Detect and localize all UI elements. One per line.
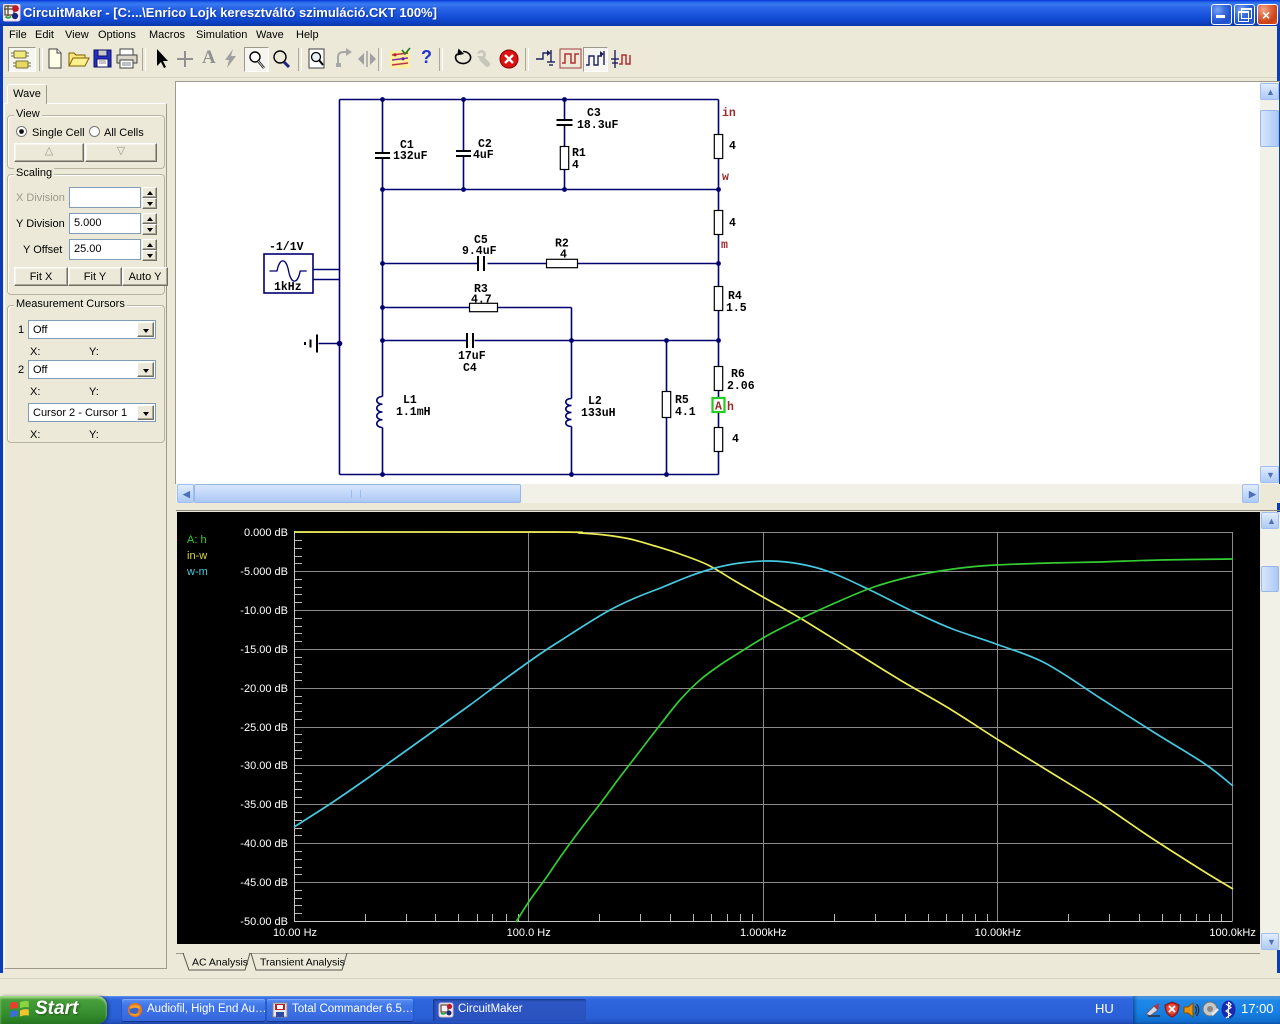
svg-text:0.000 dB: 0.000 dB — [244, 527, 288, 539]
svg-text:w-m: w-m — [186, 566, 208, 578]
svg-text:C4: C4 — [463, 362, 477, 375]
svg-text:1.5: 1.5 — [726, 302, 747, 315]
svg-text:in: in — [722, 107, 736, 120]
svg-text:4: 4 — [729, 140, 736, 153]
svg-text:-35.00 dB: -35.00 dB — [240, 799, 288, 811]
svg-text:-5.000 dB: -5.000 dB — [240, 566, 288, 578]
svg-text:132uF: 132uF — [393, 150, 428, 163]
svg-text:4: 4 — [572, 159, 579, 172]
svg-text:4: 4 — [560, 249, 567, 262]
svg-text:1.1mH: 1.1mH — [396, 406, 431, 419]
svg-text:4.1: 4.1 — [675, 406, 696, 419]
svg-text:-15.00 dB: -15.00 dB — [240, 644, 288, 656]
svg-text:-40.00 dB: -40.00 dB — [240, 838, 288, 850]
svg-text:4: 4 — [732, 433, 739, 446]
svg-text:-20.00 dB: -20.00 dB — [240, 683, 288, 695]
svg-text:-25.00 dB: -25.00 dB — [240, 722, 288, 734]
svg-text:10.00 Hz: 10.00 Hz — [273, 927, 317, 939]
svg-text:2.06: 2.06 — [727, 380, 755, 393]
svg-text:9.4uF: 9.4uF — [462, 245, 497, 258]
svg-text:w: w — [722, 171, 729, 184]
svg-text:in-w: in-w — [187, 550, 207, 562]
svg-text:4: 4 — [729, 217, 736, 230]
svg-text:100.0 Hz: 100.0 Hz — [507, 927, 551, 939]
svg-text:A: h: A: h — [187, 534, 207, 546]
svg-text:4uF: 4uF — [473, 149, 494, 162]
svg-text:-45.00 dB: -45.00 dB — [240, 877, 288, 889]
svg-text:Transient Analysis: Transient Analysis — [260, 957, 345, 969]
svg-text:m: m — [721, 239, 728, 252]
svg-text:133uH: 133uH — [581, 407, 616, 420]
svg-text:A: A — [715, 401, 722, 414]
svg-text:1.000kHz: 1.000kHz — [740, 927, 786, 939]
svg-text:18.3uF: 18.3uF — [577, 119, 619, 132]
svg-text:10.00kHz: 10.00kHz — [975, 927, 1021, 939]
svg-text:h: h — [727, 401, 734, 414]
svg-text:AC Analysis: AC Analysis — [192, 957, 248, 969]
svg-text:-10.00 dB: -10.00 dB — [240, 605, 288, 617]
svg-text:4.7: 4.7 — [471, 294, 492, 307]
svg-text:-30.00 dB: -30.00 dB — [240, 760, 288, 772]
svg-text:1kHz: 1kHz — [274, 281, 302, 294]
svg-text:-1/1V: -1/1V — [269, 241, 304, 254]
svg-text:100.0kHz: 100.0kHz — [1209, 927, 1255, 939]
